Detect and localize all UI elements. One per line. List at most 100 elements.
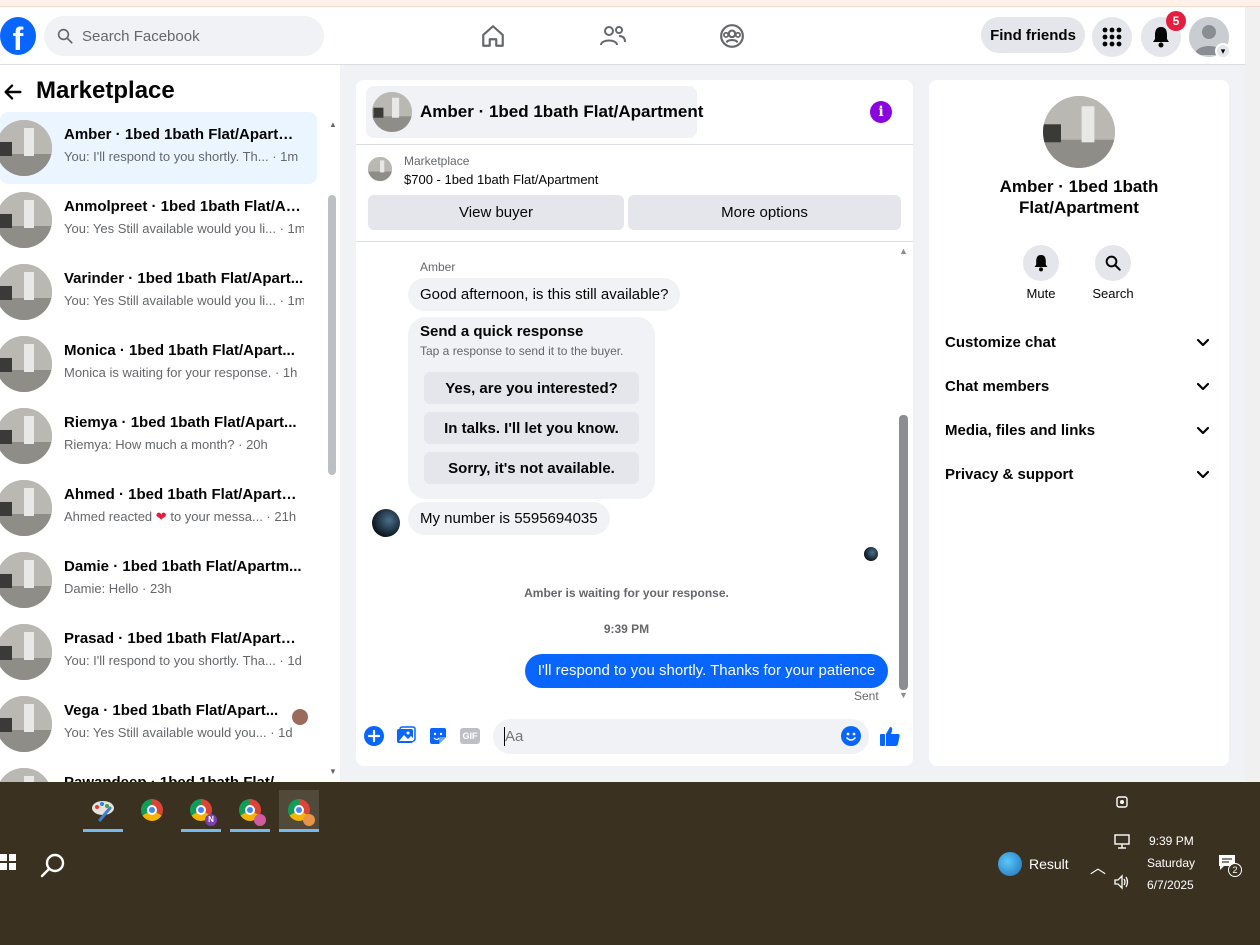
- conversation-item[interactable]: Damie · 1bed 1bath Flat/Apartm... Damie: …: [0, 544, 317, 616]
- scroll-up-arrow-icon[interactable]: ▲: [329, 120, 337, 129]
- quick-response-button[interactable]: Sorry, it's not available.: [424, 452, 639, 484]
- mute-bell-icon[interactable]: [1023, 245, 1059, 281]
- divider: [356, 144, 913, 145]
- emoji-icon[interactable]: [840, 725, 862, 747]
- seen-avatar: [292, 709, 308, 725]
- profile-avatar-icon: [303, 814, 315, 826]
- meet-now-icon[interactable]: [1114, 794, 1130, 810]
- conversation-item[interactable]: Ahmed · 1bed 1bath Flat/Apartm... Ahmed r…: [0, 472, 317, 544]
- paint-icon: [92, 801, 114, 822]
- taskbar-app-paint[interactable]: [83, 790, 123, 832]
- search-icon[interactable]: [1095, 245, 1131, 281]
- chat-panel: Amber · 1bed 1bath Flat/Apartment i Mark…: [356, 80, 913, 766]
- conversation-preview: Riemya: How much a month? · 20h: [64, 437, 268, 452]
- read-receipt-avatar: [864, 547, 878, 561]
- waiting-status: Amber is waiting for your response.: [524, 586, 729, 600]
- sender-avatar[interactable]: [372, 509, 400, 537]
- conversation-item[interactable]: Prasad · 1bed 1bath Flat/Apartm... You: I…: [0, 616, 317, 688]
- conversation-avatar: [0, 768, 52, 782]
- conversation-item[interactable]: Riemya · 1bed 1bath Flat/Apart... Riemya:…: [0, 400, 317, 472]
- like-thumb-icon[interactable]: [879, 725, 901, 747]
- groups-icon[interactable]: [717, 21, 747, 51]
- conversation-item[interactable]: Anmolpreet · 1bed 1bath Flat/Ap... You: Y…: [0, 184, 317, 256]
- listing-thumbnail: [368, 157, 392, 181]
- info-icon[interactable]: i: [870, 101, 892, 123]
- message-input[interactable]: [493, 719, 869, 754]
- weather-icon[interactable]: [998, 852, 1022, 876]
- scroll-up-arrow-icon[interactable]: ▲: [899, 246, 908, 256]
- mute-label: Mute: [1026, 286, 1056, 301]
- listing-title[interactable]: $700 - 1bed 1bath Flat/Apartment: [404, 172, 598, 187]
- page-scrollbar[interactable]: [1245, 7, 1260, 782]
- outgoing-message[interactable]: I'll respond to you shortly. Thanks for …: [525, 654, 888, 688]
- friends-icon[interactable]: [598, 21, 628, 51]
- taskbar-app-chrome[interactable]: [132, 790, 172, 830]
- conversation-item[interactable]: Monica · 1bed 1bath Flat/Apart... Monica …: [0, 328, 317, 400]
- chat-scrollbar-thumb[interactable]: [899, 415, 908, 690]
- conversation-avatar: [0, 264, 52, 320]
- timestamp-separator: 9:39 PM: [603, 622, 650, 636]
- conversation-avatar: [0, 408, 52, 464]
- conversation-avatar: [0, 120, 52, 176]
- conversation-preview: Ahmed reacted ❤ to your messa... · 21h: [64, 509, 304, 525]
- taskbar-app-chrome-profile-n[interactable]: N: [181, 790, 221, 832]
- menu-grid-icon[interactable]: [1092, 17, 1132, 57]
- notification-count-badge: 2: [1228, 863, 1242, 877]
- home-icon[interactable]: [478, 21, 508, 51]
- gif-icon[interactable]: GIF: [459, 725, 481, 747]
- conversation-item[interactable]: Varinder · 1bed 1bath Flat/Apart... You: …: [0, 256, 317, 328]
- quick-response-subtitle: Tap a response to send it to the buyer.: [420, 344, 624, 358]
- scroll-down-arrow-icon[interactable]: ▼: [329, 767, 337, 776]
- volume-icon[interactable]: [1113, 874, 1131, 890]
- windows-start-icon[interactable]: [0, 854, 16, 870]
- quick-response-button[interactable]: In talks. I'll let you know.: [424, 412, 639, 444]
- taskbar-app-chrome-profile-active[interactable]: [279, 790, 319, 832]
- preview-text: to your messa... · 21h: [170, 509, 297, 524]
- incoming-message[interactable]: My number is 5595694035: [408, 502, 610, 535]
- incoming-message[interactable]: Good afternoon, is this still available?: [408, 278, 681, 311]
- privacy-support-row[interactable]: Privacy & support: [945, 454, 1213, 494]
- scroll-down-arrow-icon[interactable]: ▼: [899, 690, 908, 700]
- chat-avatar: [372, 92, 412, 132]
- chevron-up-icon[interactable]: ︿: [1090, 854, 1106, 878]
- search-input[interactable]: Search Facebook: [44, 16, 324, 56]
- view-buyer-button[interactable]: View buyer: [368, 195, 624, 230]
- sticker-icon[interactable]: [427, 725, 449, 747]
- divider: [356, 241, 913, 242]
- plus-icon[interactable]: [363, 725, 385, 747]
- sidebar-title: Marketplace: [36, 77, 175, 104]
- clock-day[interactable]: Saturday: [1147, 856, 1195, 870]
- conversation-item[interactable]: Pawandeep · 1bed 1bath Flat/...: [0, 760, 317, 782]
- chevron-down-icon: [1196, 470, 1210, 479]
- conversation-avatar: [0, 192, 52, 248]
- weather-text[interactable]: Result: [1029, 856, 1069, 872]
- quick-response-button[interactable]: Yes, are you interested?: [424, 372, 639, 404]
- quick-response-title: Send a quick response: [420, 323, 584, 340]
- chat-title: Amber · 1bed 1bath Flat/Apartment: [420, 102, 704, 121]
- conversation-preview: Monica is waiting for your response. · 1…: [64, 365, 298, 380]
- find-friends-button[interactable]: Find friends: [981, 17, 1085, 53]
- row-label: Privacy & support: [945, 466, 1074, 483]
- more-options-button[interactable]: More options: [628, 195, 901, 230]
- clock-time[interactable]: 9:39 PM: [1149, 834, 1194, 848]
- chat-members-row[interactable]: Chat members: [945, 366, 1213, 406]
- conversation-name: Riemya · 1bed 1bath Flat/Apart...: [64, 414, 297, 431]
- taskbar-search-icon[interactable]: [40, 852, 66, 878]
- customize-chat-row[interactable]: Customize chat: [945, 322, 1213, 362]
- conversation-avatar: [0, 696, 52, 752]
- chat-header[interactable]: Amber · 1bed 1bath Flat/Apartment: [366, 86, 703, 138]
- sidebar-scrollbar-thumb[interactable]: [328, 195, 336, 475]
- clock-date[interactable]: 6/7/2025: [1147, 878, 1194, 892]
- conversation-item[interactable]: Amber · 1bed 1bath Flat/Apartm... You: I'…: [0, 112, 317, 184]
- contact-avatar[interactable]: [1043, 96, 1115, 168]
- facebook-logo[interactable]: f: [0, 17, 36, 55]
- photo-icon[interactable]: [395, 725, 417, 747]
- taskbar-app-chrome-profile[interactable]: [230, 790, 270, 832]
- network-icon[interactable]: [1113, 834, 1131, 850]
- conversation-item[interactable]: Vega · 1bed 1bath Flat/Apart... You: Yes …: [0, 688, 317, 760]
- media-files-links-row[interactable]: Media, files and links: [945, 410, 1213, 450]
- back-arrow-icon[interactable]: [2, 81, 24, 103]
- account-chevron-icon[interactable]: ▾: [1215, 43, 1231, 59]
- conversation-name: Amber · 1bed 1bath Flat/Apartm...: [64, 126, 304, 143]
- profile-avatar-icon: [254, 814, 266, 826]
